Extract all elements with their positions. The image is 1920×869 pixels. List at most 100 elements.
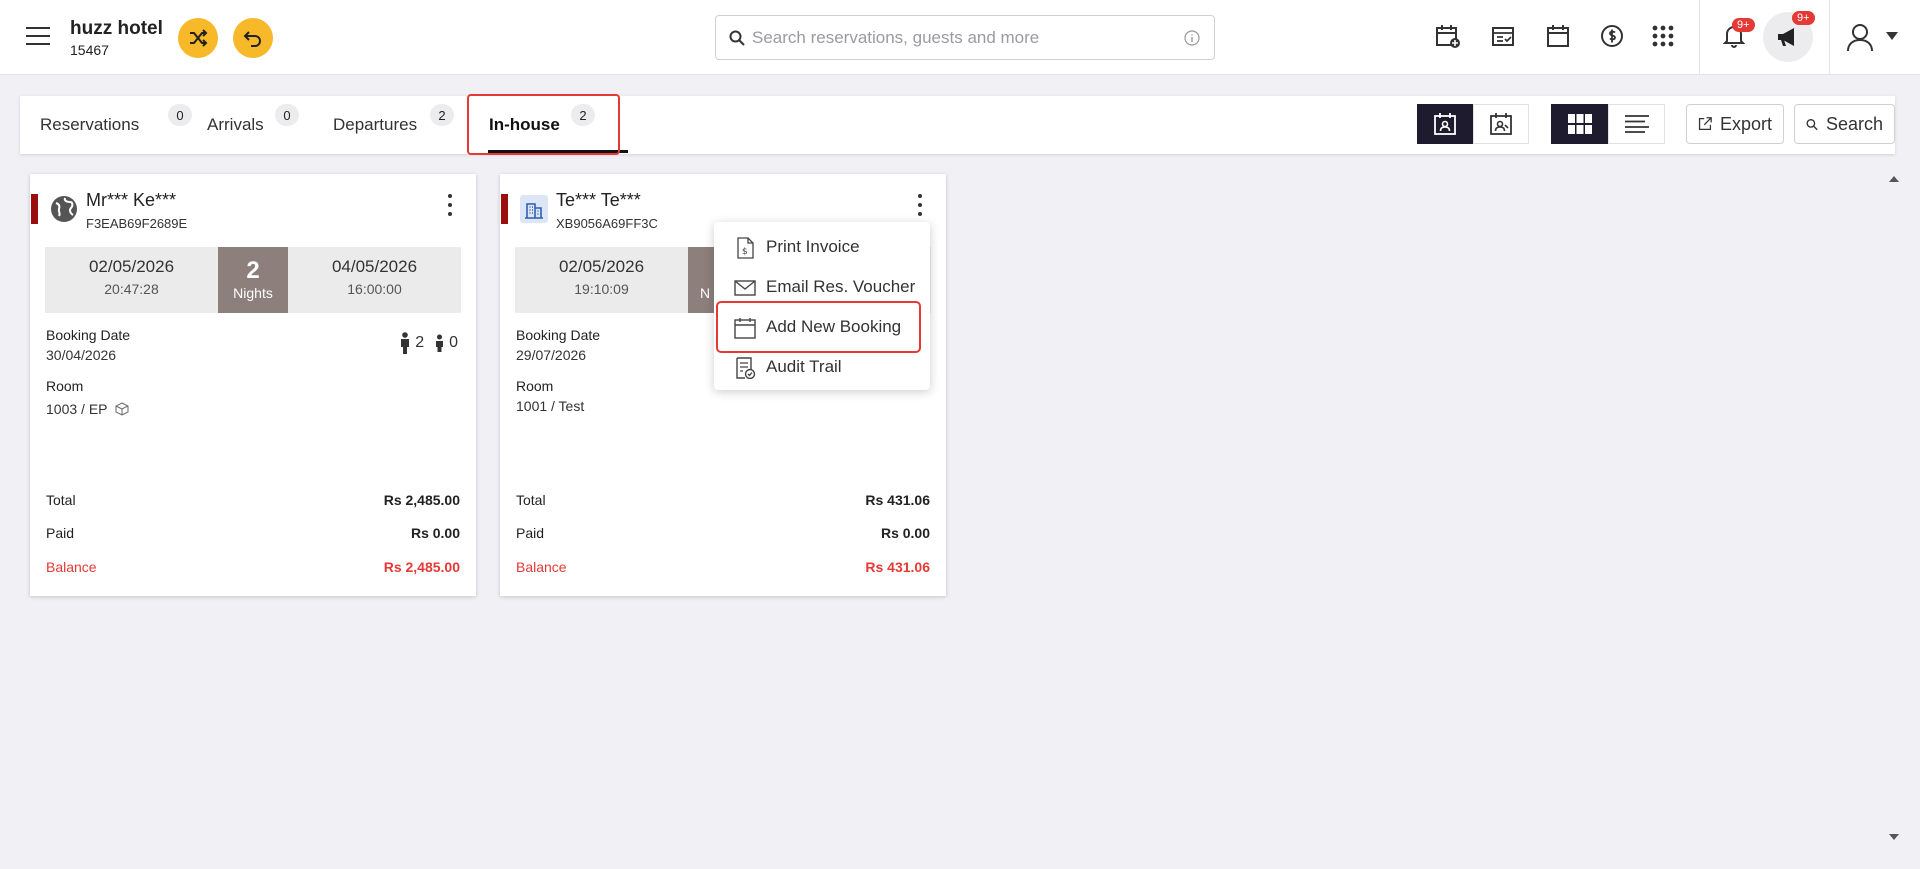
menu-item-label: Audit Trail — [766, 357, 842, 376]
paid-amount: Rs 0.00 — [410, 525, 460, 541]
room-number: 1001 / Test — [516, 398, 585, 414]
svg-text:$: $ — [742, 247, 748, 257]
scroll-down-icon[interactable] — [1889, 832, 1899, 842]
top-bar: huzz hotel 15467 9+ 9+ — [0, 0, 1920, 75]
user-menu-button[interactable] — [1844, 21, 1876, 53]
adult-icon — [401, 332, 410, 354]
balance-amount: Rs 2,485.00 — [383, 559, 460, 575]
audit-icon — [736, 357, 756, 379]
arrival-view-button[interactable] — [1417, 104, 1473, 144]
departure-time: 16:00:00 — [347, 281, 402, 297]
search-icon — [729, 30, 745, 46]
nights-label: Nights — [233, 285, 273, 301]
tab-departures[interactable]: Departures 2 — [333, 96, 454, 154]
undo-button[interactable] — [233, 18, 273, 58]
header-divider — [1829, 0, 1830, 75]
calendar-icon — [1547, 25, 1569, 47]
new-reservation-button[interactable] — [1434, 22, 1462, 50]
child-icon — [436, 334, 444, 352]
room-label: Room — [46, 378, 84, 394]
apps-button[interactable] — [1649, 22, 1677, 50]
stay-dates: 02/05/2026 20:47:28 2 Nights 04/05/2026 … — [45, 247, 461, 313]
booking-date: 29/07/2026 — [516, 347, 587, 363]
arrival-date: 02/05/2026 — [558, 257, 645, 276]
balance-amount: Rs 431.06 — [865, 559, 930, 575]
tab-reservations[interactable]: Reservations 0 — [40, 96, 192, 154]
departure-view-button[interactable] — [1473, 104, 1529, 144]
search-button[interactable]: Search — [1794, 104, 1895, 144]
reservation-card[interactable]: Mr*** Ke*** F3EAB69F2689E 02/05/2026 20:… — [30, 174, 476, 596]
export-button[interactable]: Export — [1686, 104, 1784, 144]
nights-count: 2 — [246, 257, 260, 284]
mail-icon — [734, 280, 756, 296]
notifications-badge: 9+ — [1732, 18, 1755, 32]
payments-button[interactable] — [1598, 22, 1626, 50]
tab-label: Departures — [333, 115, 418, 134]
arrival-date: 02/05/2026 — [88, 257, 175, 276]
active-tab-highlight — [467, 94, 620, 155]
balance-label: Balance — [46, 559, 97, 575]
paid-row: Paid Rs 0.00 — [46, 525, 460, 541]
announcements-badge: 9+ — [1792, 11, 1815, 25]
balance-label: Balance — [516, 559, 567, 575]
menu-item-print-invoice[interactable]: $ Print Invoice — [714, 227, 930, 267]
dollar-icon — [1601, 25, 1623, 47]
paid-label: Paid — [46, 525, 75, 541]
booking-date: 30/04/2026 — [46, 347, 117, 363]
tab-arrivals[interactable]: Arrivals 0 — [207, 96, 299, 154]
total-label: Total — [516, 492, 546, 508]
guest-name[interactable]: Mr*** Ke*** — [86, 190, 176, 211]
tab-label: Arrivals — [207, 115, 264, 134]
megaphone-icon — [1778, 28, 1794, 46]
scroll-up-icon[interactable] — [1889, 174, 1899, 184]
guest-name[interactable]: Te*** Te*** — [556, 190, 641, 211]
arrival: 02/05/2026 19:10:09 — [515, 257, 688, 297]
search-icon — [1806, 118, 1818, 130]
reservation-code: F3EAB69F2689E — [86, 216, 188, 231]
apps-grid-icon — [1652, 25, 1674, 47]
info-icon[interactable] — [1184, 30, 1200, 46]
tab-count: 0 — [168, 104, 192, 126]
shuffle-icon — [190, 29, 208, 47]
search-label: Search — [1825, 113, 1883, 134]
status-indicator — [501, 194, 508, 224]
caret-down-icon[interactable] — [1886, 32, 1898, 40]
grid-view-button[interactable] — [1551, 104, 1608, 144]
export-label: Export — [1719, 113, 1772, 134]
building-icon — [520, 195, 548, 223]
room-label: Room — [516, 378, 554, 394]
checklist-button[interactable] — [1489, 22, 1517, 50]
global-search — [715, 15, 1215, 60]
arrival-time: 19:10:09 — [574, 281, 629, 297]
undo-icon — [243, 31, 261, 47]
list-view-button[interactable] — [1608, 104, 1665, 144]
arrival-time: 20:47:28 — [104, 281, 159, 297]
departure: 04/05/2026 16:00:00 — [288, 257, 461, 297]
calendar-button[interactable] — [1544, 22, 1572, 50]
grid-view-icon — [1567, 114, 1592, 134]
user-icon — [1847, 24, 1873, 52]
hotel-id: 15467 — [70, 42, 109, 58]
departure-date: 04/05/2026 — [331, 257, 418, 276]
export-icon — [1698, 117, 1712, 131]
menu-item-audit-trail[interactable]: Audit Trail — [714, 347, 930, 387]
balance-row: Balance Rs 2,485.00 — [46, 559, 460, 575]
card-menu-icon[interactable] — [446, 194, 454, 216]
paid-amount: Rs 0.00 — [880, 525, 930, 541]
shuffle-button[interactable] — [178, 18, 218, 58]
adults-count: 2 — [415, 334, 425, 351]
pax-count: 2 0 — [399, 332, 458, 354]
search-input[interactable] — [752, 16, 1172, 59]
globe-icon — [50, 195, 78, 223]
room-value: 1003 / EP — [46, 401, 129, 417]
paid-label: Paid — [516, 525, 545, 541]
total-amount: Rs 431.06 — [865, 492, 930, 508]
calendar-person-icon — [1434, 113, 1456, 135]
tab-label: Reservations — [40, 115, 140, 134]
total-row: Total Rs 2,485.00 — [46, 492, 460, 508]
hamburger-menu-icon[interactable] — [26, 27, 50, 47]
card-menu-icon[interactable] — [916, 194, 924, 216]
header-divider — [1699, 0, 1700, 75]
balance-row: Balance Rs 431.06 — [516, 559, 930, 575]
booking-date-label: Booking Date — [516, 327, 601, 343]
